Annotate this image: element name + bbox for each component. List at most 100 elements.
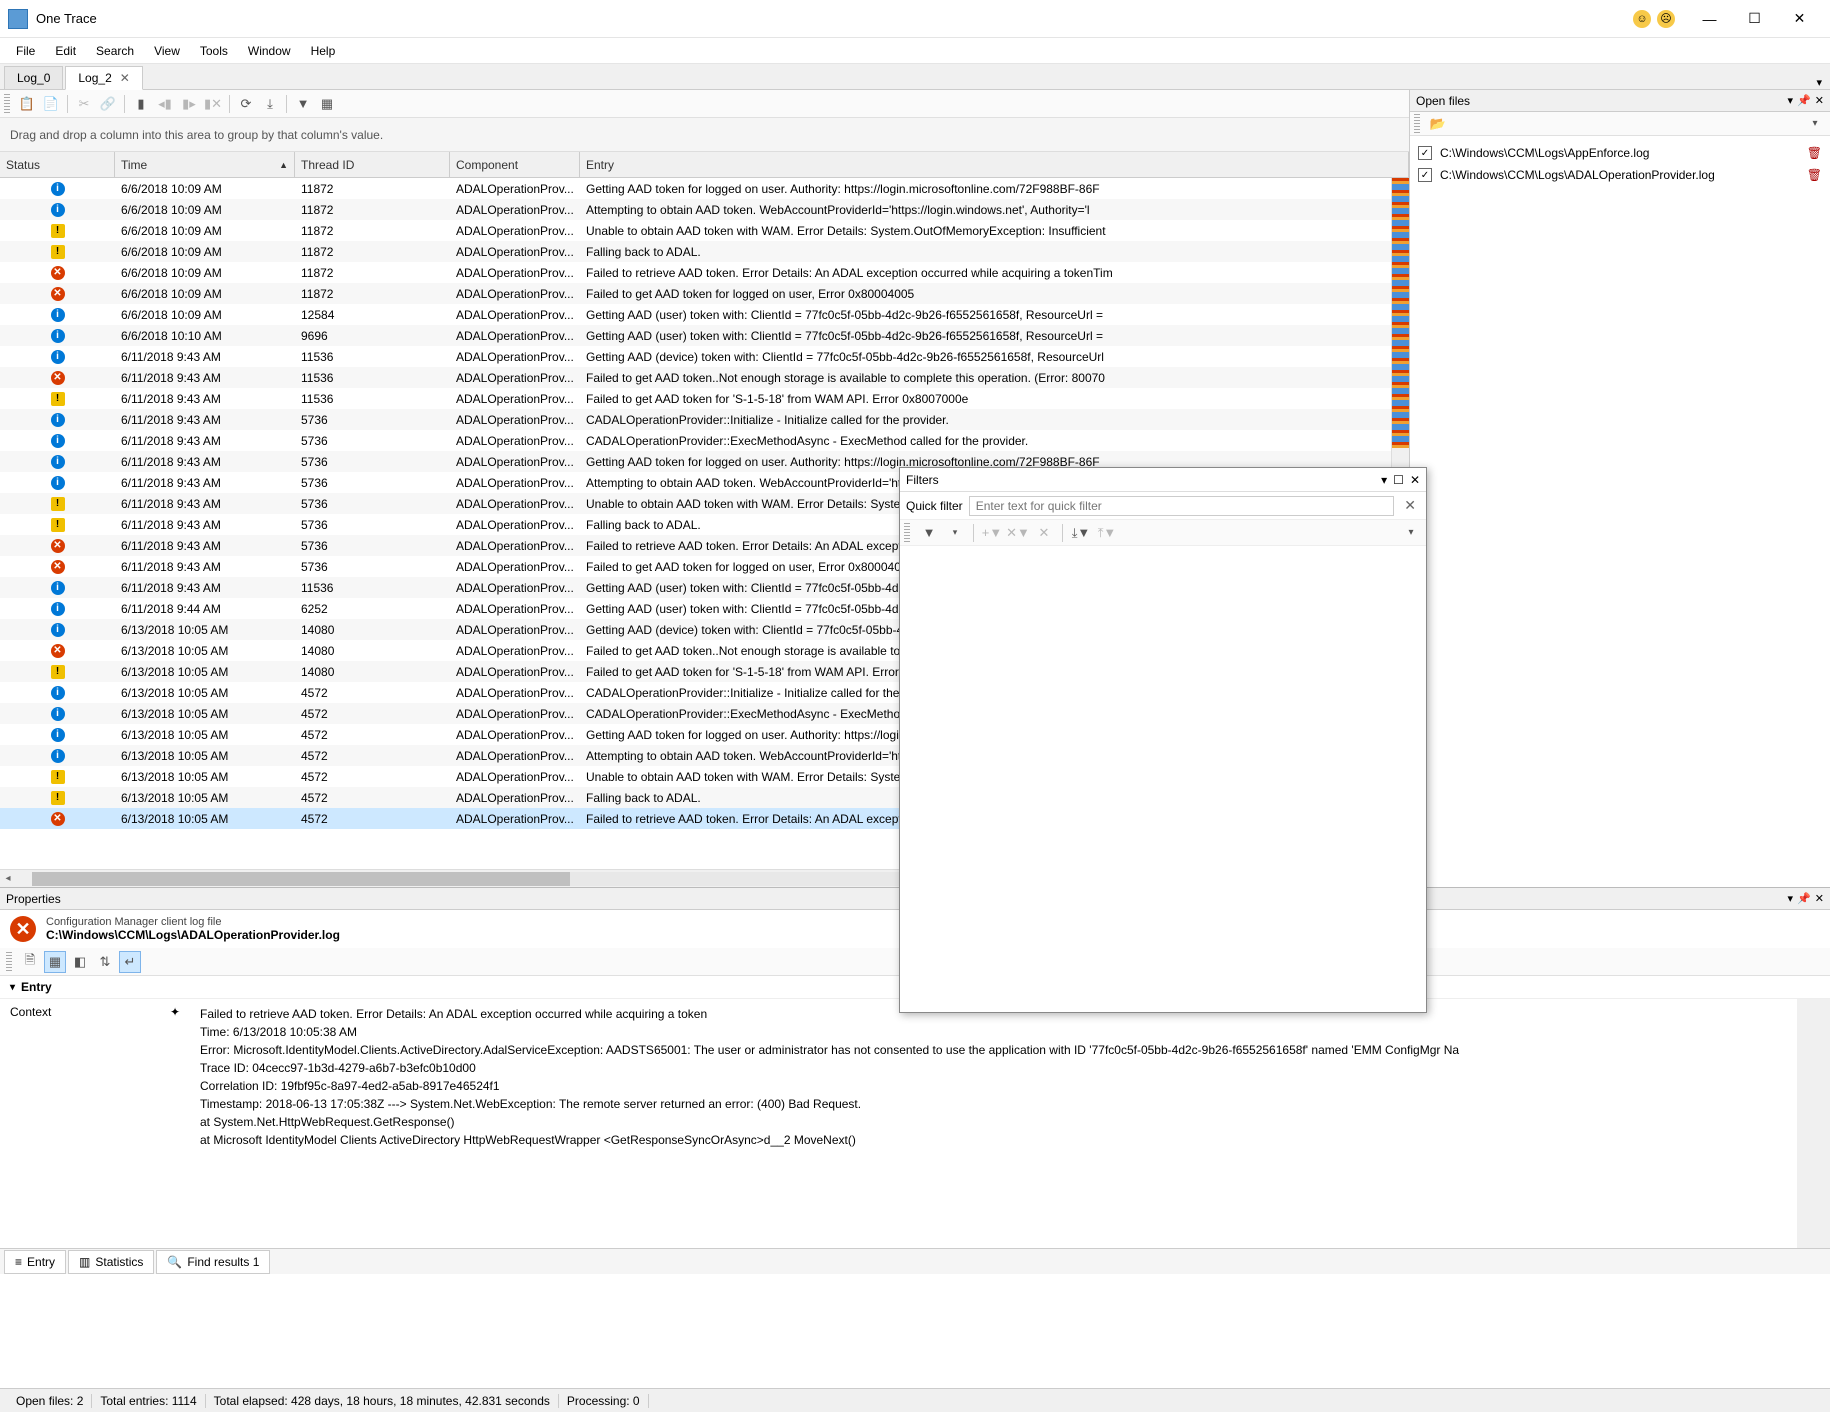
- checkbox[interactable]: ✓: [1418, 168, 1432, 182]
- smiley-sad-icon[interactable]: ☹: [1657, 10, 1675, 28]
- pane-menu-icon[interactable]: ▾: [1788, 892, 1794, 905]
- tab-statistics[interactable]: ▥Statistics: [68, 1250, 154, 1274]
- link-icon[interactable]: 🔗: [97, 93, 119, 115]
- cell-component: ADALOperationProv...: [450, 749, 580, 763]
- pin-icon[interactable]: ✦: [170, 1005, 180, 1242]
- clear-bookmarks-icon[interactable]: ▮✕: [202, 93, 224, 115]
- column-entry[interactable]: Entry: [580, 152, 1409, 177]
- table-row[interactable]: i6/6/2018 10:09 AM11872ADALOperationProv…: [0, 199, 1391, 220]
- table-row[interactable]: ✕6/6/2018 10:09 AM11872ADALOperationProv…: [0, 262, 1391, 283]
- tab-find-results[interactable]: 🔍Find results 1: [156, 1250, 270, 1274]
- menu-edit[interactable]: Edit: [45, 40, 86, 62]
- table-row[interactable]: !6/11/2018 9:43 AM11536ADALOperationProv…: [0, 388, 1391, 409]
- remove-file-icon[interactable]: 🗑: [1807, 168, 1822, 182]
- view-details-icon[interactable]: 🗎: [19, 951, 41, 973]
- view-grid-icon[interactable]: ▦: [44, 951, 66, 973]
- sort-icon[interactable]: ⇅: [94, 951, 116, 973]
- table-row[interactable]: i6/11/2018 9:43 AM11536ADALOperationProv…: [0, 346, 1391, 367]
- clear-filter-icon[interactable]: ✕: [1400, 497, 1420, 514]
- table-row[interactable]: ✕6/11/2018 9:43 AM11536ADALOperationProv…: [0, 367, 1391, 388]
- cell-component: ADALOperationProv...: [450, 791, 580, 805]
- collapse-icon[interactable]: ▾: [10, 982, 15, 993]
- paste-icon[interactable]: 📄: [40, 93, 62, 115]
- table-row[interactable]: ✕6/6/2018 10:09 AM11872ADALOperationProv…: [0, 283, 1391, 304]
- next-bookmark-icon[interactable]: ▮▸: [178, 93, 200, 115]
- scroll-left-icon[interactable]: ◂: [0, 873, 16, 884]
- columns-icon[interactable]: ▦: [316, 93, 338, 115]
- refresh-icon[interactable]: ⟳: [235, 93, 257, 115]
- cell-time: 6/13/2018 10:05 AM: [115, 623, 295, 637]
- tab-log-2[interactable]: Log_2 ✕: [65, 66, 142, 90]
- table-row[interactable]: i6/6/2018 10:10 AM9696ADALOperationProv.…: [0, 325, 1391, 346]
- column-component[interactable]: Component: [450, 152, 580, 177]
- smiley-happy-icon[interactable]: ☺: [1633, 10, 1651, 28]
- bookmark-icon[interactable]: ▮: [130, 93, 152, 115]
- filters-maximize-icon[interactable]: ☐: [1393, 473, 1404, 487]
- column-status[interactable]: Status: [0, 152, 115, 177]
- minimize-button[interactable]: —: [1687, 4, 1732, 34]
- import-filter-icon[interactable]: ⤓▼: [1070, 522, 1092, 544]
- filters-titlebar[interactable]: Filters ▾ ☐ ✕: [900, 468, 1426, 492]
- pane-menu-icon[interactable]: ▾: [1788, 94, 1794, 107]
- checkbox[interactable]: ✓: [1418, 146, 1432, 160]
- tab-close-icon[interactable]: ✕: [120, 71, 130, 85]
- maximize-button[interactable]: ☐: [1732, 4, 1777, 34]
- cell-component: ADALOperationProv...: [450, 308, 580, 322]
- app-icon: [8, 9, 28, 29]
- funnel-icon[interactable]: ▼: [918, 522, 940, 544]
- cell-component: ADALOperationProv...: [450, 707, 580, 721]
- file-row[interactable]: ✓C:\Windows\CCM\Logs\ADALOperationProvid…: [1416, 164, 1824, 186]
- table-row[interactable]: !6/6/2018 10:09 AM11872ADALOperationProv…: [0, 220, 1391, 241]
- cell-entry: Falling back to ADAL.: [580, 245, 1391, 259]
- open-file-icon[interactable]: 📂: [1427, 113, 1449, 135]
- filter-icon[interactable]: ▼: [292, 93, 314, 115]
- table-row[interactable]: i6/6/2018 10:09 AM12584ADALOperationProv…: [0, 304, 1391, 325]
- info-icon: i: [51, 602, 65, 616]
- close-button[interactable]: ✕: [1777, 4, 1822, 34]
- menu-help[interactable]: Help: [301, 40, 346, 62]
- export-filter-icon[interactable]: ⤒▼: [1096, 522, 1118, 544]
- toolbar-menu-icon[interactable]: ▾: [1804, 113, 1826, 135]
- table-row[interactable]: i6/11/2018 9:43 AM5736ADALOperationProv.…: [0, 430, 1391, 451]
- menu-tools[interactable]: Tools: [190, 40, 238, 62]
- filters-close-icon[interactable]: ✕: [1410, 473, 1420, 487]
- info-icon: i: [51, 581, 65, 595]
- cell-component: ADALOperationProv...: [450, 350, 580, 364]
- err-icon: ✕: [51, 644, 65, 658]
- add-filter-icon[interactable]: +▼: [981, 522, 1003, 544]
- group-by-bar[interactable]: Drag and drop a column into this area to…: [0, 118, 1409, 152]
- tab-log-0[interactable]: Log_0: [4, 66, 63, 89]
- view-props-icon[interactable]: ◧: [69, 951, 91, 973]
- file-row[interactable]: ✓C:\Windows\CCM\Logs\AppEnforce.log🗑: [1416, 142, 1824, 164]
- filters-menu-icon[interactable]: ▾: [1381, 473, 1387, 487]
- pane-close-icon[interactable]: ✕: [1815, 892, 1824, 905]
- cut-icon[interactable]: ✂: [73, 93, 95, 115]
- vertical-scrollbar[interactable]: [1797, 999, 1813, 1248]
- table-row[interactable]: !6/6/2018 10:09 AM11872ADALOperationProv…: [0, 241, 1391, 262]
- auto-scroll-icon[interactable]: ⤓: [259, 93, 281, 115]
- table-row[interactable]: i6/6/2018 10:09 AM11872ADALOperationProv…: [0, 178, 1391, 199]
- remove-file-icon[interactable]: 🗑: [1807, 146, 1822, 160]
- funnel-dropdown-icon[interactable]: ▾: [944, 522, 966, 544]
- pane-pin-icon[interactable]: 📌: [1797, 892, 1811, 905]
- menu-search[interactable]: Search: [86, 40, 144, 62]
- toolbar-overflow-icon[interactable]: ▾: [1400, 522, 1422, 544]
- filters-window[interactable]: Filters ▾ ☐ ✕ Quick filter ✕ ▼ ▾ +▼ ✕▼ ✕…: [899, 467, 1427, 1013]
- prev-bookmark-icon[interactable]: ◂▮: [154, 93, 176, 115]
- copy-icon[interactable]: 📋: [16, 93, 38, 115]
- table-row[interactable]: i6/11/2018 9:43 AM5736ADALOperationProv.…: [0, 409, 1391, 430]
- pane-pin-icon[interactable]: 📌: [1797, 94, 1811, 107]
- column-thread[interactable]: Thread ID: [295, 152, 450, 177]
- pane-close-icon[interactable]: ✕: [1815, 94, 1824, 107]
- menu-view[interactable]: View: [144, 40, 190, 62]
- delete-filter-icon[interactable]: ✕: [1033, 522, 1055, 544]
- remove-filter-icon[interactable]: ✕▼: [1007, 522, 1029, 544]
- quick-filter-input[interactable]: [969, 496, 1395, 516]
- wrap-icon[interactable]: ↵: [119, 951, 141, 973]
- warn-icon: !: [51, 224, 65, 238]
- menu-file[interactable]: File: [6, 40, 45, 62]
- tabs-overflow-button[interactable]: ▾: [1808, 76, 1830, 89]
- tab-entry[interactable]: ≡Entry: [4, 1250, 66, 1274]
- menu-window[interactable]: Window: [238, 40, 301, 62]
- column-time[interactable]: Time▲: [115, 152, 295, 177]
